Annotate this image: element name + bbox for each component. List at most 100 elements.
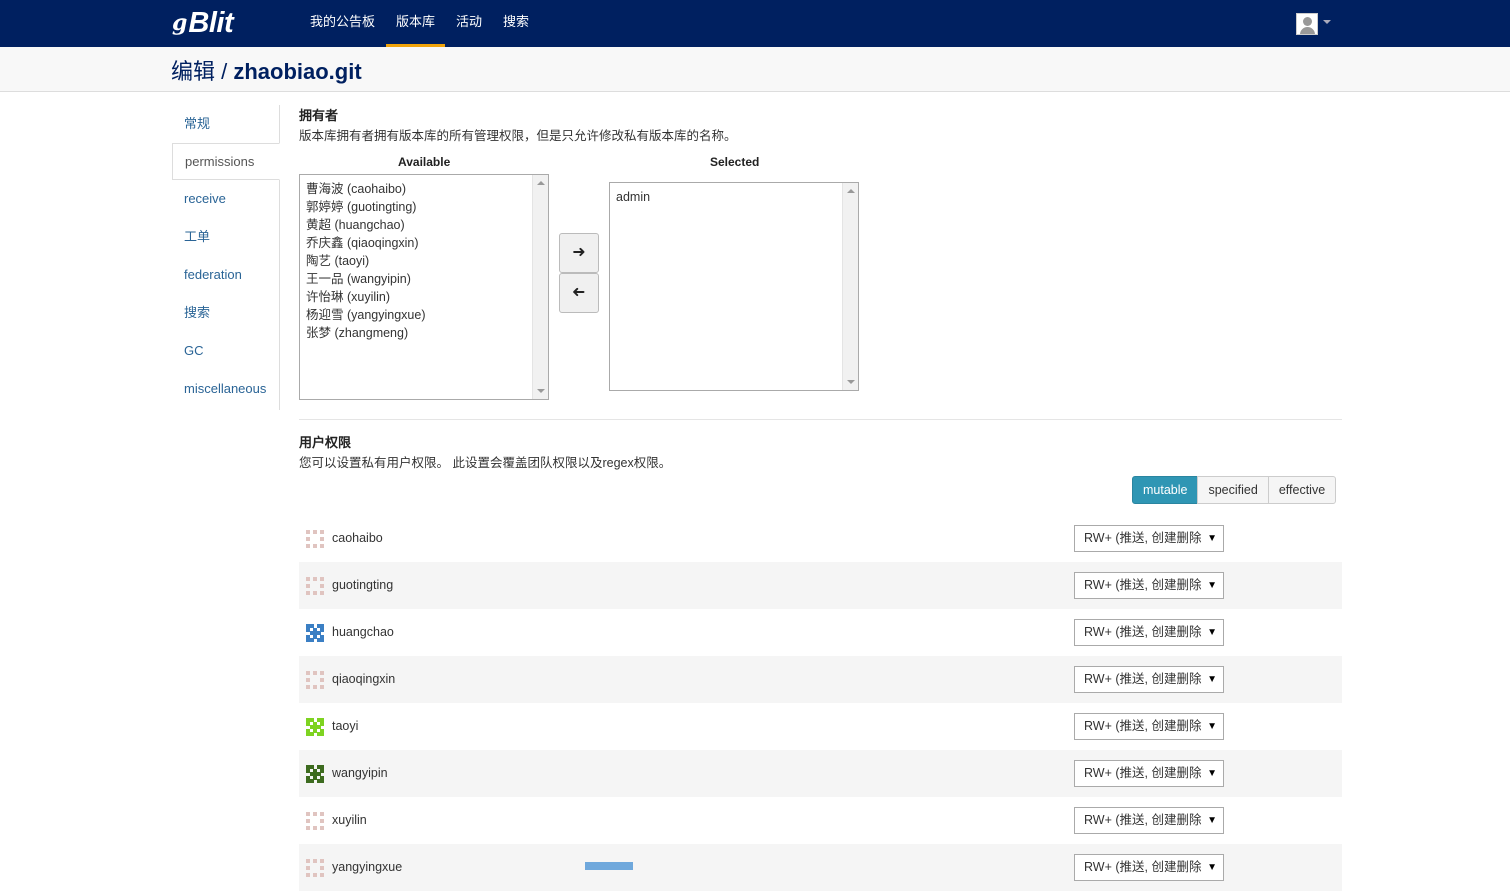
permission-select[interactable]: RW+ (推送, 创建删除 ▼ — [1074, 666, 1224, 693]
username-label: xuyilin — [332, 813, 367, 827]
gitblit-logo[interactable]: g Blit — [172, 6, 234, 40]
table-row: xuyilin RW+ (推送, 创建删除 ▼ — [299, 797, 1342, 844]
permission-select[interactable]: RW+ (推送, 创建删除 ▼ — [1074, 619, 1224, 646]
permission-select[interactable]: RW+ (推送, 创建删除 ▼ — [1074, 854, 1224, 881]
nav-repositories[interactable]: 版本库 — [386, 0, 446, 47]
dropdown-arrow-icon: ▼ — [1207, 533, 1217, 544]
sidebar-item-general[interactable]: 常规 — [172, 105, 279, 143]
arrow-right-icon: ➜ — [572, 244, 586, 261]
user-permissions-description: 您可以设置私有用户权限。 此设置会覆盖团队权限以及regex权限。 — [299, 456, 672, 470]
list-item[interactable]: 陶艺 (taoyi) — [306, 252, 542, 270]
owners-title: 拥有者 — [299, 108, 339, 123]
identicon-icon — [306, 577, 325, 596]
list-item[interactable]: 郭婷婷 (guotingting) — [306, 198, 542, 216]
identicon-icon — [306, 624, 325, 643]
scroll-indicator — [585, 862, 633, 870]
user-avatar-icon[interactable] — [1296, 13, 1318, 35]
permission-value: RW+ (推送, 创建删除 — [1084, 766, 1202, 780]
filter-effective-button[interactable]: effective — [1267, 476, 1337, 504]
arrow-left-icon: ➜ — [572, 284, 586, 301]
page-title: 编辑 / zhaobiao.git — [171, 59, 362, 84]
table-row: wangyipin RW+ (推送, 创建删除 ▼ — [299, 750, 1342, 797]
table-row: caohaibo RW+ (推送, 创建删除 ▼ — [299, 515, 1342, 562]
sidebar-item-federation[interactable]: federation — [172, 256, 279, 294]
identicon-icon — [306, 765, 325, 784]
owners-description: 版本库拥有者拥有版本库的所有管理权限，但是只允许修改私有版本库的名称。 — [299, 129, 737, 143]
user-permissions-section: 用户权限 您可以设置私有用户权限。 此设置会覆盖团队权限以及regex权限。 — [299, 432, 1342, 471]
list-item[interactable]: 王一品 (wangyipin) — [306, 270, 542, 288]
filter-specified-button[interactable]: specified — [1197, 476, 1269, 504]
dropdown-arrow-icon: ▼ — [1207, 721, 1217, 732]
table-row: qiaoqingxin RW+ (推送, 创建删除 ▼ — [299, 656, 1342, 703]
top-navbar: g Blit 我的公告板 版本库 活动 搜索 — [0, 0, 1510, 47]
list-item[interactable]: 黄超 (huangchao) — [306, 216, 542, 234]
dropdown-arrow-icon: ▼ — [1207, 768, 1217, 779]
list-item[interactable]: 曹海波 (caohaibo) — [306, 180, 542, 198]
user-permissions-title: 用户权限 — [299, 435, 352, 450]
owners-section: 拥有者 版本库拥有者拥有版本库的所有管理权限，但是只允许修改私有版本库的名称。 — [299, 105, 1342, 144]
move-right-button[interactable]: ➜ — [559, 233, 599, 273]
permission-value: RW+ (推送, 创建删除 — [1084, 719, 1202, 733]
username-label: caohaibo — [332, 531, 383, 545]
username-label: yangyingxue — [332, 860, 403, 874]
list-item[interactable]: admin — [616, 188, 852, 206]
permission-select[interactable]: RW+ (推送, 创建删除 ▼ — [1074, 525, 1224, 552]
username-label: qiaoqingxin — [332, 672, 396, 686]
available-owners-list[interactable]: 曹海波 (caohaibo) 郭婷婷 (guotingting) 黄超 (huang… — [299, 174, 549, 400]
table-row: guotingting RW+ (推送, 创建删除 ▼ — [299, 562, 1342, 609]
selected-label: Selected — [710, 155, 760, 169]
user-permission-list: caohaibo RW+ (推送, 创建删除 ▼ guotingting RW+ (推送… — [299, 515, 1342, 891]
table-row: yangyingxue RW+ (推送, 创建删除 ▼ — [299, 844, 1342, 891]
sidebar-item-tickets[interactable]: 工单 — [172, 218, 279, 256]
nav-search[interactable]: 搜索 — [493, 0, 539, 47]
page-header: 编辑 / zhaobiao.git — [0, 47, 1510, 92]
permission-value: RW+ (推送, 创建删除 — [1084, 625, 1202, 639]
identicon-icon — [306, 859, 325, 878]
selected-owners-list[interactable]: admin — [609, 182, 859, 391]
permission-select[interactable]: RW+ (推送, 创建删除 ▼ — [1074, 807, 1224, 834]
section-divider — [299, 419, 1342, 420]
permission-value: RW+ (推送, 创建删除 — [1084, 672, 1202, 686]
dropdown-arrow-icon: ▼ — [1207, 674, 1217, 685]
dropdown-arrow-icon: ▼ — [1207, 862, 1217, 873]
permission-value: RW+ (推送, 创建删除 — [1084, 531, 1202, 545]
main-nav: 我的公告板 版本库 活动 搜索 — [300, 0, 540, 47]
list-item[interactable]: 杨迎雪 (yangyingxue) — [306, 306, 542, 324]
available-label: Available — [398, 155, 451, 169]
scrollbar[interactable] — [532, 175, 548, 399]
list-item[interactable]: 许怡琳 (xuyilin) — [306, 288, 542, 306]
permission-select[interactable]: RW+ (推送, 创建删除 ▼ — [1074, 713, 1224, 740]
list-item[interactable]: 张梦 (zhangmeng) — [306, 324, 542, 342]
dropdown-arrow-icon: ▼ — [1207, 580, 1217, 591]
chevron-down-icon[interactable] — [1323, 20, 1331, 24]
dropdown-arrow-icon: ▼ — [1207, 627, 1217, 638]
sidebar-item-receive[interactable]: receive — [172, 180, 279, 218]
sidebar-item-search[interactable]: 搜索 — [172, 294, 279, 332]
nav-dashboard[interactable]: 我的公告板 — [300, 0, 385, 47]
identicon-icon — [306, 530, 325, 549]
list-item[interactable]: 乔庆鑫 (qiaoqingxin) — [306, 234, 542, 252]
settings-sidebar: 常规 permissions receive 工单 federation 搜索 … — [172, 105, 280, 410]
permission-value: RW+ (推送, 创建删除 — [1084, 860, 1202, 874]
permission-select[interactable]: RW+ (推送, 创建删除 ▼ — [1074, 760, 1224, 787]
identicon-icon — [306, 812, 325, 831]
scrollbar[interactable] — [842, 183, 858, 390]
username-label: taoyi — [332, 719, 359, 733]
permission-filter-group: mutable specified effective — [1132, 476, 1337, 504]
username-label: guotingting — [332, 578, 394, 592]
permission-value: RW+ (推送, 创建删除 — [1084, 578, 1202, 592]
sidebar-item-permissions[interactable]: permissions — [172, 143, 280, 180]
username-label: wangyipin — [332, 766, 388, 780]
username-label: huangchao — [332, 625, 394, 639]
table-row: huangchao RW+ (推送, 创建删除 ▼ — [299, 609, 1342, 656]
identicon-icon — [306, 671, 325, 690]
identicon-icon — [306, 718, 325, 737]
permission-select[interactable]: RW+ (推送, 创建删除 ▼ — [1074, 572, 1224, 599]
move-left-button[interactable]: ➜ — [559, 273, 599, 313]
permission-value: RW+ (推送, 创建删除 — [1084, 813, 1202, 827]
table-row: taoyi RW+ (推送, 创建删除 ▼ — [299, 703, 1342, 750]
filter-mutable-button[interactable]: mutable — [1132, 476, 1199, 504]
nav-activity[interactable]: 活动 — [446, 0, 492, 47]
sidebar-item-gc[interactable]: GC — [172, 332, 279, 370]
sidebar-item-miscellaneous[interactable]: miscellaneous — [172, 370, 279, 408]
